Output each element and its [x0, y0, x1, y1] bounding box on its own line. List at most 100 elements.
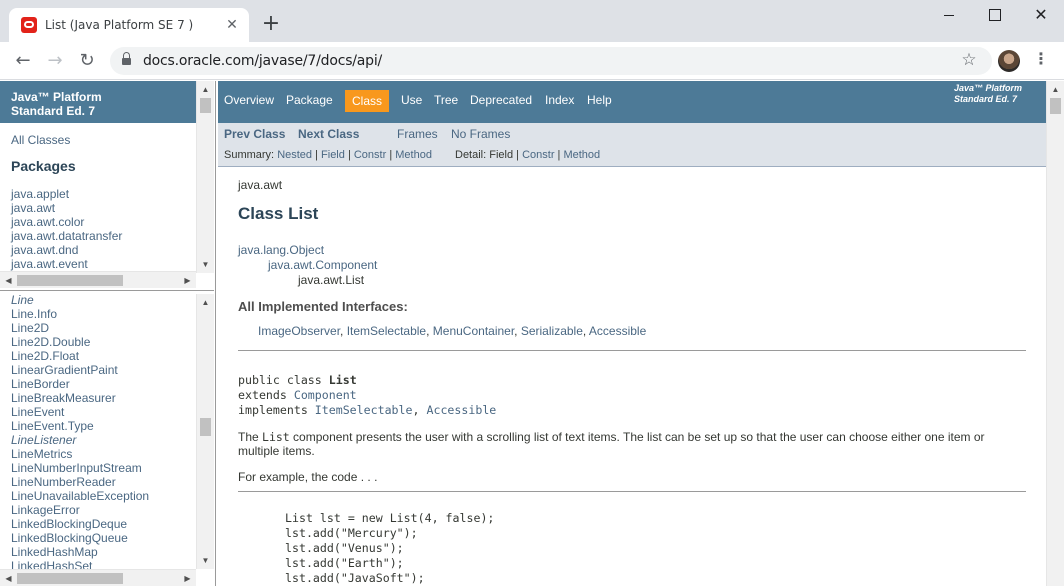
forward-arrow-icon[interactable]: →	[41, 47, 69, 75]
package-link[interactable]: java.awt.datatransfer	[11, 229, 122, 243]
nav-tree[interactable]: Tree	[434, 93, 458, 107]
all-classes-link[interactable]: All Classes	[11, 133, 70, 147]
scroll-down-icon[interactable]: ▼	[197, 552, 214, 569]
class-link[interactable]: LineEvent	[11, 405, 149, 419]
summary-method-link[interactable]: Method	[395, 149, 432, 161]
class-link[interactable]: LineNumberReader	[11, 475, 149, 489]
interface-link[interactable]: ItemSelectable	[347, 324, 426, 338]
classes-horizontal-scrollbar[interactable]: ◀ ▶	[0, 569, 196, 586]
package-link[interactable]: java.awt.event	[11, 257, 122, 271]
superclass-link[interactable]: Component	[294, 388, 357, 402]
packages-horizontal-scrollbar[interactable]: ◀ ▶	[0, 271, 196, 288]
url-text[interactable]: docs.oracle.com/javase/7/docs/api/	[143, 53, 382, 69]
detail-method-link[interactable]: Method	[563, 149, 600, 161]
class-link[interactable]: LinkedHashMap	[11, 545, 149, 559]
nav-help[interactable]: Help	[587, 93, 612, 107]
window-close-button[interactable]: ✕	[1018, 0, 1064, 30]
packages-frame-header: Java™ Platform Standard Ed. 7	[0, 81, 196, 123]
lock-icon[interactable]	[122, 52, 131, 66]
no-frames-link[interactable]: No Frames	[451, 127, 510, 141]
detail-constr-link[interactable]: Constr	[522, 149, 554, 161]
package-label: java.awt	[238, 178, 283, 192]
package-link[interactable]: java.awt	[11, 201, 122, 215]
interface-link[interactable]: ItemSelectable	[315, 403, 413, 417]
interface-link[interactable]: MenuContainer	[433, 324, 514, 338]
detail-links: Detail: Field | Constr | Method	[455, 149, 600, 161]
package-link[interactable]: java.awt.dnd	[11, 243, 122, 257]
class-link[interactable]: LineEvent.Type	[11, 419, 149, 433]
header-line2: Standard Ed. 7	[11, 104, 96, 118]
nav-deprecated[interactable]: Deprecated	[470, 93, 532, 107]
next-class-link[interactable]: Next Class	[298, 127, 359, 141]
class-link[interactable]: LinkedBlockingQueue	[11, 531, 149, 545]
nav-index[interactable]: Index	[545, 93, 574, 107]
separator: |	[516, 149, 520, 161]
scroll-down-icon[interactable]: ▼	[197, 256, 214, 273]
nav-package[interactable]: Package	[286, 93, 333, 107]
interface-link[interactable]: ImageObserver	[258, 324, 340, 338]
class-link[interactable]: Line2D	[11, 321, 149, 335]
scroll-right-icon[interactable]: ▶	[179, 570, 196, 586]
prev-class-link[interactable]: Prev Class	[224, 127, 285, 141]
summary-constr-link[interactable]: Constr	[354, 149, 386, 161]
bookmark-star-icon[interactable]: ☆	[958, 49, 980, 71]
class-link[interactable]: LineListener	[11, 433, 149, 447]
class-link[interactable]: LinkedBlockingDeque	[11, 517, 149, 531]
frames-link[interactable]: Frames	[397, 127, 438, 141]
back-arrow-icon[interactable]: ←	[9, 47, 37, 75]
scrollbar-thumb[interactable]	[1050, 98, 1061, 114]
profile-avatar[interactable]	[998, 50, 1020, 72]
class-link[interactable]: Line2D.Double	[11, 335, 149, 349]
inheritance-component-link[interactable]: java.awt.Component	[268, 258, 377, 272]
separator: ,	[412, 403, 427, 417]
class-link[interactable]: LineUnavailableException	[11, 489, 149, 503]
separator: ,	[426, 324, 433, 338]
class-link[interactable]: LineNumberInputStream	[11, 461, 149, 475]
class-link[interactable]: Line2D.Float	[11, 349, 149, 363]
inheritance-object-link[interactable]: java.lang.Object	[238, 243, 324, 257]
class-link[interactable]: Line.Info	[11, 307, 149, 321]
scroll-up-icon[interactable]: ▲	[197, 81, 214, 98]
interface-link[interactable]: Accessible	[426, 403, 496, 417]
summary-nested-link[interactable]: Nested	[277, 149, 312, 161]
minimize-button[interactable]	[926, 0, 972, 30]
scrollbar-thumb[interactable]	[200, 98, 211, 113]
class-link[interactable]: LineBreakMeasurer	[11, 391, 149, 405]
tab-close-icon[interactable]: ✕	[223, 15, 241, 33]
left-frames: Java™ Platform Standard Ed. 7 All Classe…	[0, 81, 216, 586]
class-link[interactable]: LineBorder	[11, 377, 149, 391]
new-tab-button[interactable]: +	[259, 13, 283, 37]
class-link[interactable]: LinearGradientPaint	[11, 363, 149, 377]
scroll-left-icon[interactable]: ◀	[0, 272, 17, 289]
scrollbar-thumb[interactable]	[17, 275, 123, 286]
package-link[interactable]: java.applet	[11, 187, 122, 201]
class-link[interactable]: LineMetrics	[11, 447, 149, 461]
browser-tab[interactable]: List (Java Platform SE 7 ) ✕	[9, 8, 249, 42]
scroll-up-icon[interactable]: ▲	[197, 294, 214, 311]
browser-menu-icon[interactable]: ⋮	[1030, 49, 1052, 71]
scroll-right-icon[interactable]: ▶	[179, 272, 196, 289]
interface-link[interactable]: Accessible	[589, 324, 646, 338]
desc-code: List	[262, 430, 290, 444]
packages-vertical-scrollbar[interactable]: ▲ ▼	[196, 81, 214, 273]
separator: |	[389, 149, 393, 161]
reload-icon[interactable]: ↻	[73, 47, 101, 75]
nav-use[interactable]: Use	[401, 93, 422, 107]
class-link[interactable]: Line	[11, 294, 149, 307]
summary-label: Summary:	[224, 149, 275, 161]
scroll-left-icon[interactable]: ◀	[0, 570, 17, 586]
scrollbar-thumb[interactable]	[17, 573, 123, 584]
scroll-up-icon[interactable]: ▲	[1047, 81, 1064, 98]
package-link[interactable]: java.awt.color	[11, 215, 122, 229]
maximize-button[interactable]	[972, 0, 1018, 30]
class-link[interactable]: LinkageError	[11, 503, 149, 517]
class-frame: Overview Package Class Use Tree Deprecat…	[218, 81, 1064, 586]
main-vertical-scrollbar[interactable]: ▲	[1046, 81, 1064, 586]
classes-vertical-scrollbar[interactable]: ▲ ▼	[196, 294, 214, 569]
address-bar[interactable]: docs.oracle.com/javase/7/docs/api/	[110, 47, 992, 75]
summary-field-link[interactable]: Field	[321, 149, 345, 161]
interface-link[interactable]: Serializable	[521, 324, 583, 338]
tab-strip: List (Java Platform SE 7 ) ✕ + ✕	[0, 0, 1064, 42]
nav-overview[interactable]: Overview	[224, 93, 274, 107]
scrollbar-thumb[interactable]	[200, 418, 211, 436]
